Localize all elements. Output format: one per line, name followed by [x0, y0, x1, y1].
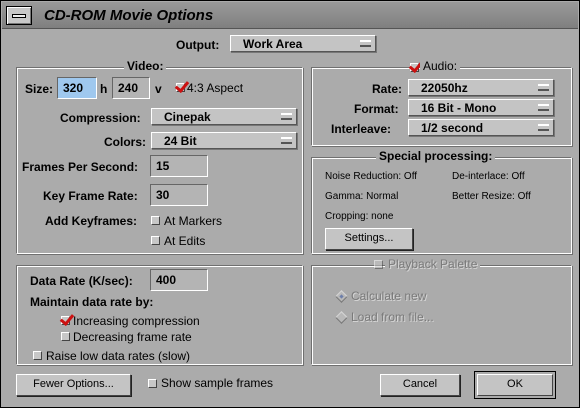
audio-enable-checkbox[interactable] — [410, 63, 419, 72]
output-label: Output: — [176, 38, 220, 52]
gamma-text: Gamma: Normal — [325, 191, 399, 202]
audio-legend[interactable]: Audio: — [420, 59, 461, 73]
show-sample-frames-checkbox[interactable] — [148, 379, 157, 388]
colors-dropdown[interactable]: 24 Bit — [151, 132, 297, 149]
colors-label: Colors: — [104, 135, 146, 149]
window-menu-button[interactable] — [6, 6, 32, 25]
rate-value: 22050hz — [421, 81, 468, 95]
output-value: Work Area — [243, 37, 303, 51]
dropdown-arrow-icon — [538, 84, 549, 91]
compression-label: Compression: — [60, 111, 141, 125]
cancel-button[interactable]: Cancel — [380, 374, 460, 396]
title-bar[interactable]: CD-ROM Movie Options — [2, 2, 578, 29]
cropping-text: Cropping: none — [325, 211, 394, 222]
better-resize-text: Better Resize: Off — [452, 191, 531, 202]
rate-dropdown[interactable]: 22050hz — [408, 79, 554, 96]
settings-button[interactable]: Settings... — [325, 228, 413, 250]
compression-value: Cinepak — [164, 110, 211, 124]
dropdown-arrow-icon — [360, 40, 371, 47]
colors-value: 24 Bit — [164, 134, 197, 148]
keyframe-rate-field[interactable]: 30 — [150, 184, 208, 206]
aspect-checkbox[interactable] — [176, 83, 185, 92]
playback-palette-checkbox[interactable] — [374, 260, 383, 269]
decreasing-frame-rate-label: Decreasing frame rate — [73, 330, 192, 344]
interleave-label: Interleave: — [331, 122, 392, 136]
keyframe-rate-label: Key Frame Rate: — [43, 189, 138, 203]
increasing-compression-label: Increasing compression — [73, 314, 200, 328]
width-unit-label: h — [100, 82, 108, 96]
raise-low-data-rates-label: Raise low data rates (slow) — [46, 349, 191, 363]
dropdown-arrow-icon — [538, 104, 549, 111]
dropdown-arrow-icon — [281, 137, 292, 144]
output-dropdown[interactable]: Work Area — [230, 35, 376, 52]
playback-palette-legend: Playback Palette — [385, 257, 481, 271]
format-value: 16 Bit - Mono — [421, 101, 497, 115]
cdrom-movie-options-dialog: CD-ROM Movie Options Output: Work Area V… — [0, 0, 580, 408]
data-rate-label: Data Rate (K/sec): — [30, 274, 133, 288]
special-processing-legend: Special processing: — [376, 149, 496, 163]
aspect-label: 4:3 Aspect — [187, 81, 244, 95]
video-legend: Video: — [124, 59, 167, 73]
maintain-label: Maintain data rate by: — [30, 295, 154, 309]
at-markers-label: At Markers — [164, 214, 223, 228]
decreasing-frame-rate-checkbox[interactable] — [61, 332, 70, 341]
at-edits-label: At Edits — [164, 234, 206, 248]
size-label: Size: — [25, 82, 54, 96]
dropdown-arrow-icon — [281, 113, 292, 120]
increasing-compression-checkbox[interactable] — [61, 316, 70, 325]
format-label: Format: — [354, 102, 399, 116]
data-rate-field[interactable]: 400 — [150, 269, 208, 291]
ok-button[interactable]: OK — [477, 374, 553, 396]
raise-low-data-rates-checkbox[interactable] — [33, 351, 42, 360]
format-dropdown[interactable]: 16 Bit - Mono — [408, 99, 554, 116]
height-unit-label: v — [155, 82, 162, 96]
add-keyframes-label: Add Keyframes: — [45, 214, 138, 228]
dropdown-arrow-icon — [538, 124, 549, 131]
compression-dropdown[interactable]: Cinepak — [151, 108, 297, 125]
at-markers-checkbox[interactable] — [151, 216, 160, 225]
show-sample-frames-label: Show sample frames — [161, 376, 274, 390]
height-field[interactable]: 240 — [112, 77, 150, 99]
load-from-file-label: Load from file... — [351, 310, 434, 324]
interleave-value: 1/2 second — [421, 121, 484, 135]
window-menu-icon — [12, 14, 26, 18]
fps-field[interactable]: 15 — [150, 155, 208, 177]
window-title: CD-ROM Movie Options — [44, 7, 214, 24]
width-field[interactable]: 320 — [57, 77, 97, 99]
at-edits-checkbox[interactable] — [151, 236, 160, 245]
fps-label: Frames Per Second: — [22, 160, 139, 174]
deinterlace-text: De-interlace: Off — [452, 171, 525, 182]
noise-reduction-text: Noise Reduction: Off — [325, 171, 418, 182]
rate-label: Rate: — [372, 82, 403, 96]
interleave-dropdown[interactable]: 1/2 second — [408, 119, 554, 136]
calculate-new-label: Calculate new — [351, 289, 427, 303]
fewer-options-button[interactable]: Fewer Options... — [16, 374, 131, 396]
